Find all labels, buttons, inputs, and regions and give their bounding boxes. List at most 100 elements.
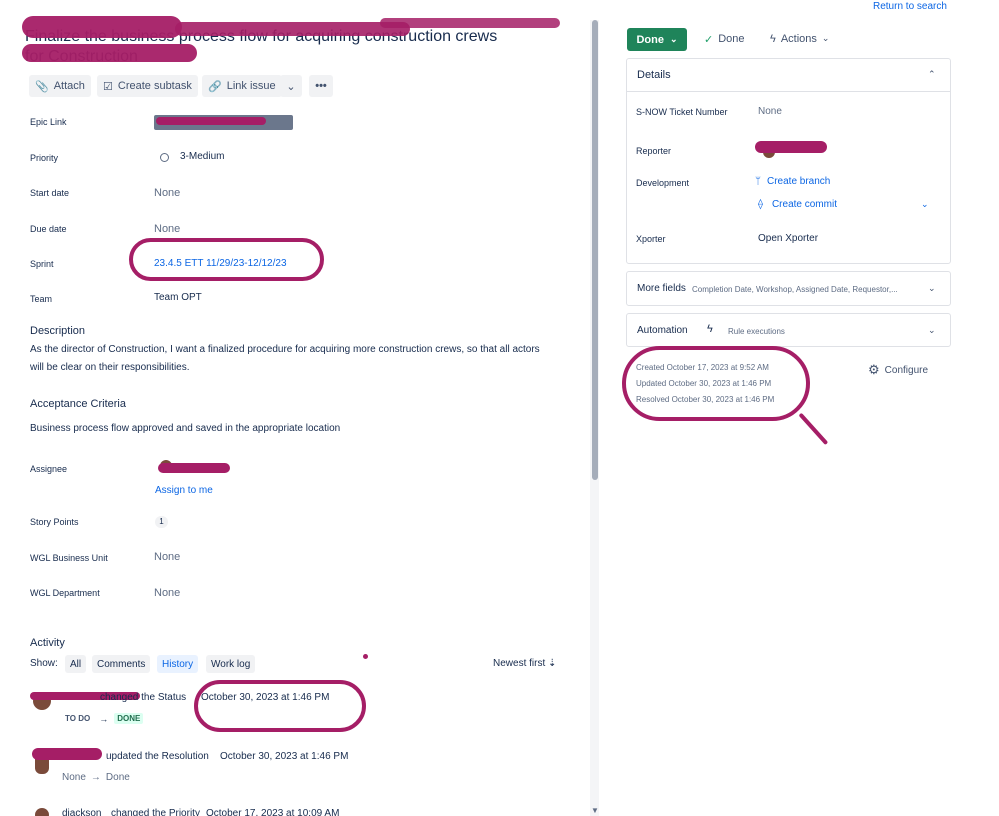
epic-link-label: Epic Link [30, 117, 67, 127]
wgl-department-value[interactable]: None [154, 587, 180, 599]
resolution-label: Done [718, 33, 745, 45]
history-action: changed the Priority [111, 808, 200, 816]
scroll-down-arrow[interactable]: ▼ [591, 806, 599, 815]
create-subtask-button[interactable]: ☑ Create subtask [97, 75, 198, 97]
return-to-search-link[interactable]: Return to search [873, 1, 947, 12]
create-commit-label: Create commit [771, 199, 837, 210]
development-label: Development [636, 178, 690, 188]
more-fields-panel[interactable]: More fields Completion Date, Workshop, A… [626, 271, 951, 306]
team-label: Team [30, 294, 53, 304]
scrollbar-thumb[interactable] [592, 20, 598, 480]
annotation-circle [194, 680, 366, 732]
chevron-down-icon: ⌄ [669, 34, 678, 44]
details-heading[interactable]: Details [637, 69, 671, 81]
create-branch-link[interactable]: ᛘ Create branch [755, 176, 830, 187]
history-avatar [35, 808, 49, 816]
chevron-down-icon[interactable]: ⌄ [928, 283, 936, 294]
chevron-down-icon[interactable]: ⌄ [928, 325, 936, 336]
snow-ticket-label: S-NOW Ticket Number [636, 107, 728, 117]
redaction-scribble [156, 117, 266, 125]
resolution-to: Done [105, 772, 130, 783]
paperclip-icon: 📎 [35, 80, 49, 93]
sort-label: Newest first [493, 658, 546, 669]
branch-icon: ᛘ [755, 176, 761, 187]
start-date-label: Start date [30, 188, 70, 198]
annotation-circle [129, 238, 324, 281]
details-divider [627, 91, 950, 92]
chevron-up-icon[interactable]: ⌃ [928, 69, 936, 80]
resolution-change: None → Done [62, 772, 130, 783]
reporter-label: Reporter [636, 146, 672, 156]
details-panel: Details ⌃ S-NOW Ticket Number None Repor… [626, 58, 951, 264]
chevron-down-icon: ⌄ [286, 80, 296, 93]
create-subtask-label: Create subtask [117, 80, 192, 92]
show-label: Show: [30, 658, 58, 669]
lightning-icon: ϟ [707, 323, 713, 335]
more-fields-heading: More fields [637, 283, 686, 294]
priority-icon [160, 153, 169, 162]
redaction-scribble [158, 463, 230, 473]
resolution-indicator: ✓ Done [704, 33, 745, 46]
team-value[interactable]: Team OPT [154, 292, 202, 303]
description-heading: Description [30, 325, 86, 337]
snow-ticket-value[interactable]: None [758, 106, 782, 117]
tab-comments[interactable]: Comments [92, 655, 151, 673]
chevron-down-icon[interactable]: ⌄ [921, 199, 929, 210]
priority-label: Priority [30, 153, 59, 163]
status-to-lozenge: DONE [114, 713, 144, 724]
automation-panel[interactable]: Automation ϟ Rule executions ⌄ [626, 313, 951, 347]
link-issue-button[interactable]: 🔗 Link issue [202, 75, 282, 97]
annotation-dot [363, 654, 368, 659]
assign-to-me-link[interactable]: Assign to me [155, 485, 213, 496]
description-line1: As the director of Construction, I want … [30, 344, 540, 355]
start-date-value[interactable]: None [154, 187, 180, 199]
history-time: October 30, 2023 at 1:46 PM [220, 751, 349, 762]
wgl-business-unit-value[interactable]: None [154, 551, 180, 563]
more-actions-button[interactable]: ••• [309, 75, 333, 97]
annotation-circle [622, 346, 810, 421]
history-user: djackson [62, 808, 102, 816]
more-fields-summary: Completion Date, Workshop, Assigned Date… [692, 285, 898, 294]
attach-button[interactable]: 📎 Attach [29, 75, 91, 97]
link-issue-dropdown[interactable]: ⌄ [280, 75, 302, 97]
wgl-business-unit-label: WGL Business Unit [30, 553, 108, 563]
create-commit-link[interactable]: ⟠ Create commit [758, 199, 837, 210]
story-points-label: Story Points [30, 517, 79, 527]
resolution-from: None [62, 772, 86, 783]
arrow-icon: → [90, 772, 101, 783]
check-icon: ✓ [704, 34, 714, 46]
description-line2: will be clear on their responsibilities. [30, 362, 190, 373]
link-issue-label: Link issue [226, 80, 276, 92]
actions-button[interactable]: ϟ Actions ⌄ [770, 33, 829, 45]
redaction-scribble [22, 44, 197, 62]
story-points-badge[interactable]: 1 [155, 516, 168, 528]
annotation-tail [798, 412, 829, 446]
arrow-icon: → [99, 713, 109, 724]
activity-sort-button[interactable]: Newest first ⇣ [493, 658, 556, 669]
gear-icon: ⚙ [868, 362, 880, 377]
due-date-value[interactable]: None [154, 223, 180, 235]
history-action: updated the Resolution [106, 751, 209, 762]
xporter-label: Xporter [636, 234, 666, 244]
automation-summary: Rule executions [728, 327, 785, 336]
sprint-label: Sprint [30, 259, 54, 269]
more-icon: ••• [315, 80, 327, 92]
tab-history[interactable]: History [157, 655, 199, 673]
status-from-lozenge: TO DO [65, 714, 91, 723]
acceptance-heading: Acceptance Criteria [30, 398, 126, 410]
status-button[interactable]: Done ⌄ [627, 28, 687, 51]
history-action: changed the Status [100, 692, 187, 703]
tab-work-log[interactable]: Work log [206, 655, 256, 673]
open-xporter-link[interactable]: Open Xporter [758, 233, 818, 244]
priority-value[interactable]: 3-Medium [180, 151, 224, 162]
subtask-icon: ☑ [103, 80, 113, 93]
redaction-scribble [32, 748, 102, 760]
history-time: October 17, 2023 at 10:09 AM [206, 808, 340, 816]
assignee-label: Assignee [30, 464, 68, 474]
status-label: Done [636, 33, 664, 46]
tab-all[interactable]: All [65, 655, 87, 673]
due-date-label: Due date [30, 224, 67, 234]
configure-button[interactable]: ⚙ Configure [868, 362, 928, 378]
redaction-scribble [22, 16, 182, 38]
link-icon: 🔗 [208, 80, 222, 93]
